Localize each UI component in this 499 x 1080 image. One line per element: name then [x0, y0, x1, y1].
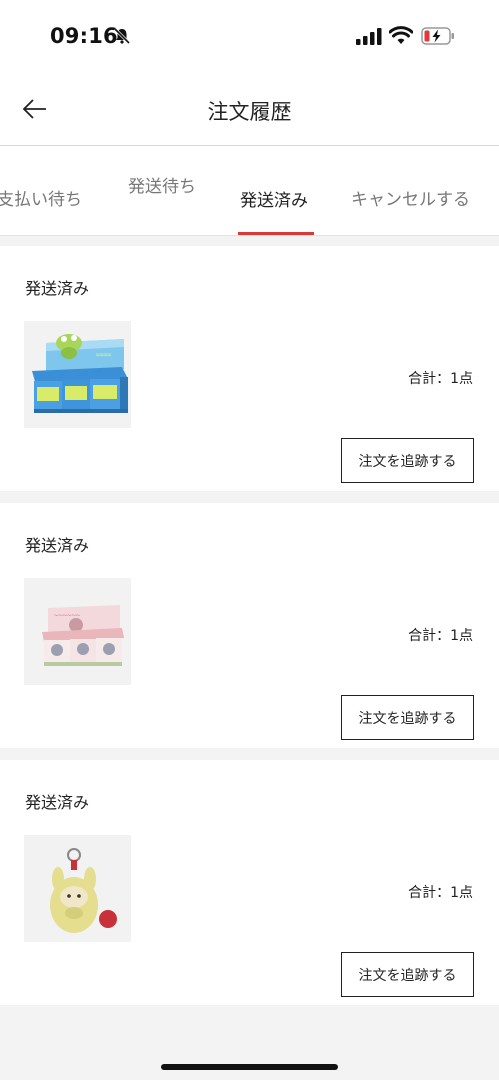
silent-bell-icon [113, 27, 131, 45]
home-indicator[interactable] [161, 1064, 338, 1070]
order-total: 合計：1点 [408, 371, 473, 387]
tab-cancelled[interactable]: キャンセルする [351, 185, 470, 210]
plush-keychain-image [24, 835, 131, 942]
svg-text:≈≈≈≈: ≈≈≈≈ [96, 352, 112, 359]
cellular-signal-icon [356, 28, 382, 45]
track-order-button[interactable]: 注文を追跡する [341, 952, 474, 997]
battery-charging-icon [421, 27, 454, 45]
track-order-button[interactable]: 注文を追跡する [341, 695, 474, 740]
order-total: 合計：1点 [408, 628, 473, 644]
order-status: 発送済み [25, 279, 90, 298]
status-time: 09:16 [50, 24, 118, 48]
order-card: 発送済み ~~~~~~ 合計：1点 注文を追跡する [0, 503, 499, 748]
page-title: 注文履歴 [207, 100, 292, 124]
status-bar: 09:16 [0, 0, 499, 72]
order-card: 発送済み ≈≈≈≈ 合計：1点 注文を追跡する [0, 246, 499, 491]
product-image[interactable]: ~~~~~~ [24, 578, 131, 685]
blind-box-set-image: ~~~~~~ [24, 578, 131, 685]
blind-box-set-image: ≈≈≈≈ [24, 321, 131, 428]
tab-awaiting-payment[interactable]: 支払い待ち [0, 185, 82, 210]
active-tab-indicator [238, 232, 314, 235]
order-card: 発送済み 合計：1点 注文を追跡する [0, 760, 499, 1005]
product-image[interactable]: ≈≈≈≈ [24, 321, 131, 428]
track-order-button[interactable]: 注文を追跡する [341, 438, 474, 483]
tab-shipped[interactable]: 発送済み [240, 186, 308, 211]
navigation-header: 注文履歴 [0, 72, 499, 146]
order-status: 発送済み [25, 536, 90, 555]
order-status-tabs: 支払い待ち 発送待ち 発送済み キャンセルする [0, 146, 499, 236]
product-image[interactable] [24, 835, 131, 942]
order-total: 合計：1点 [408, 885, 473, 901]
wifi-icon [389, 26, 413, 44]
tab-awaiting-shipment[interactable]: 発送待ち [128, 172, 196, 197]
order-status: 発送済み [25, 793, 90, 812]
